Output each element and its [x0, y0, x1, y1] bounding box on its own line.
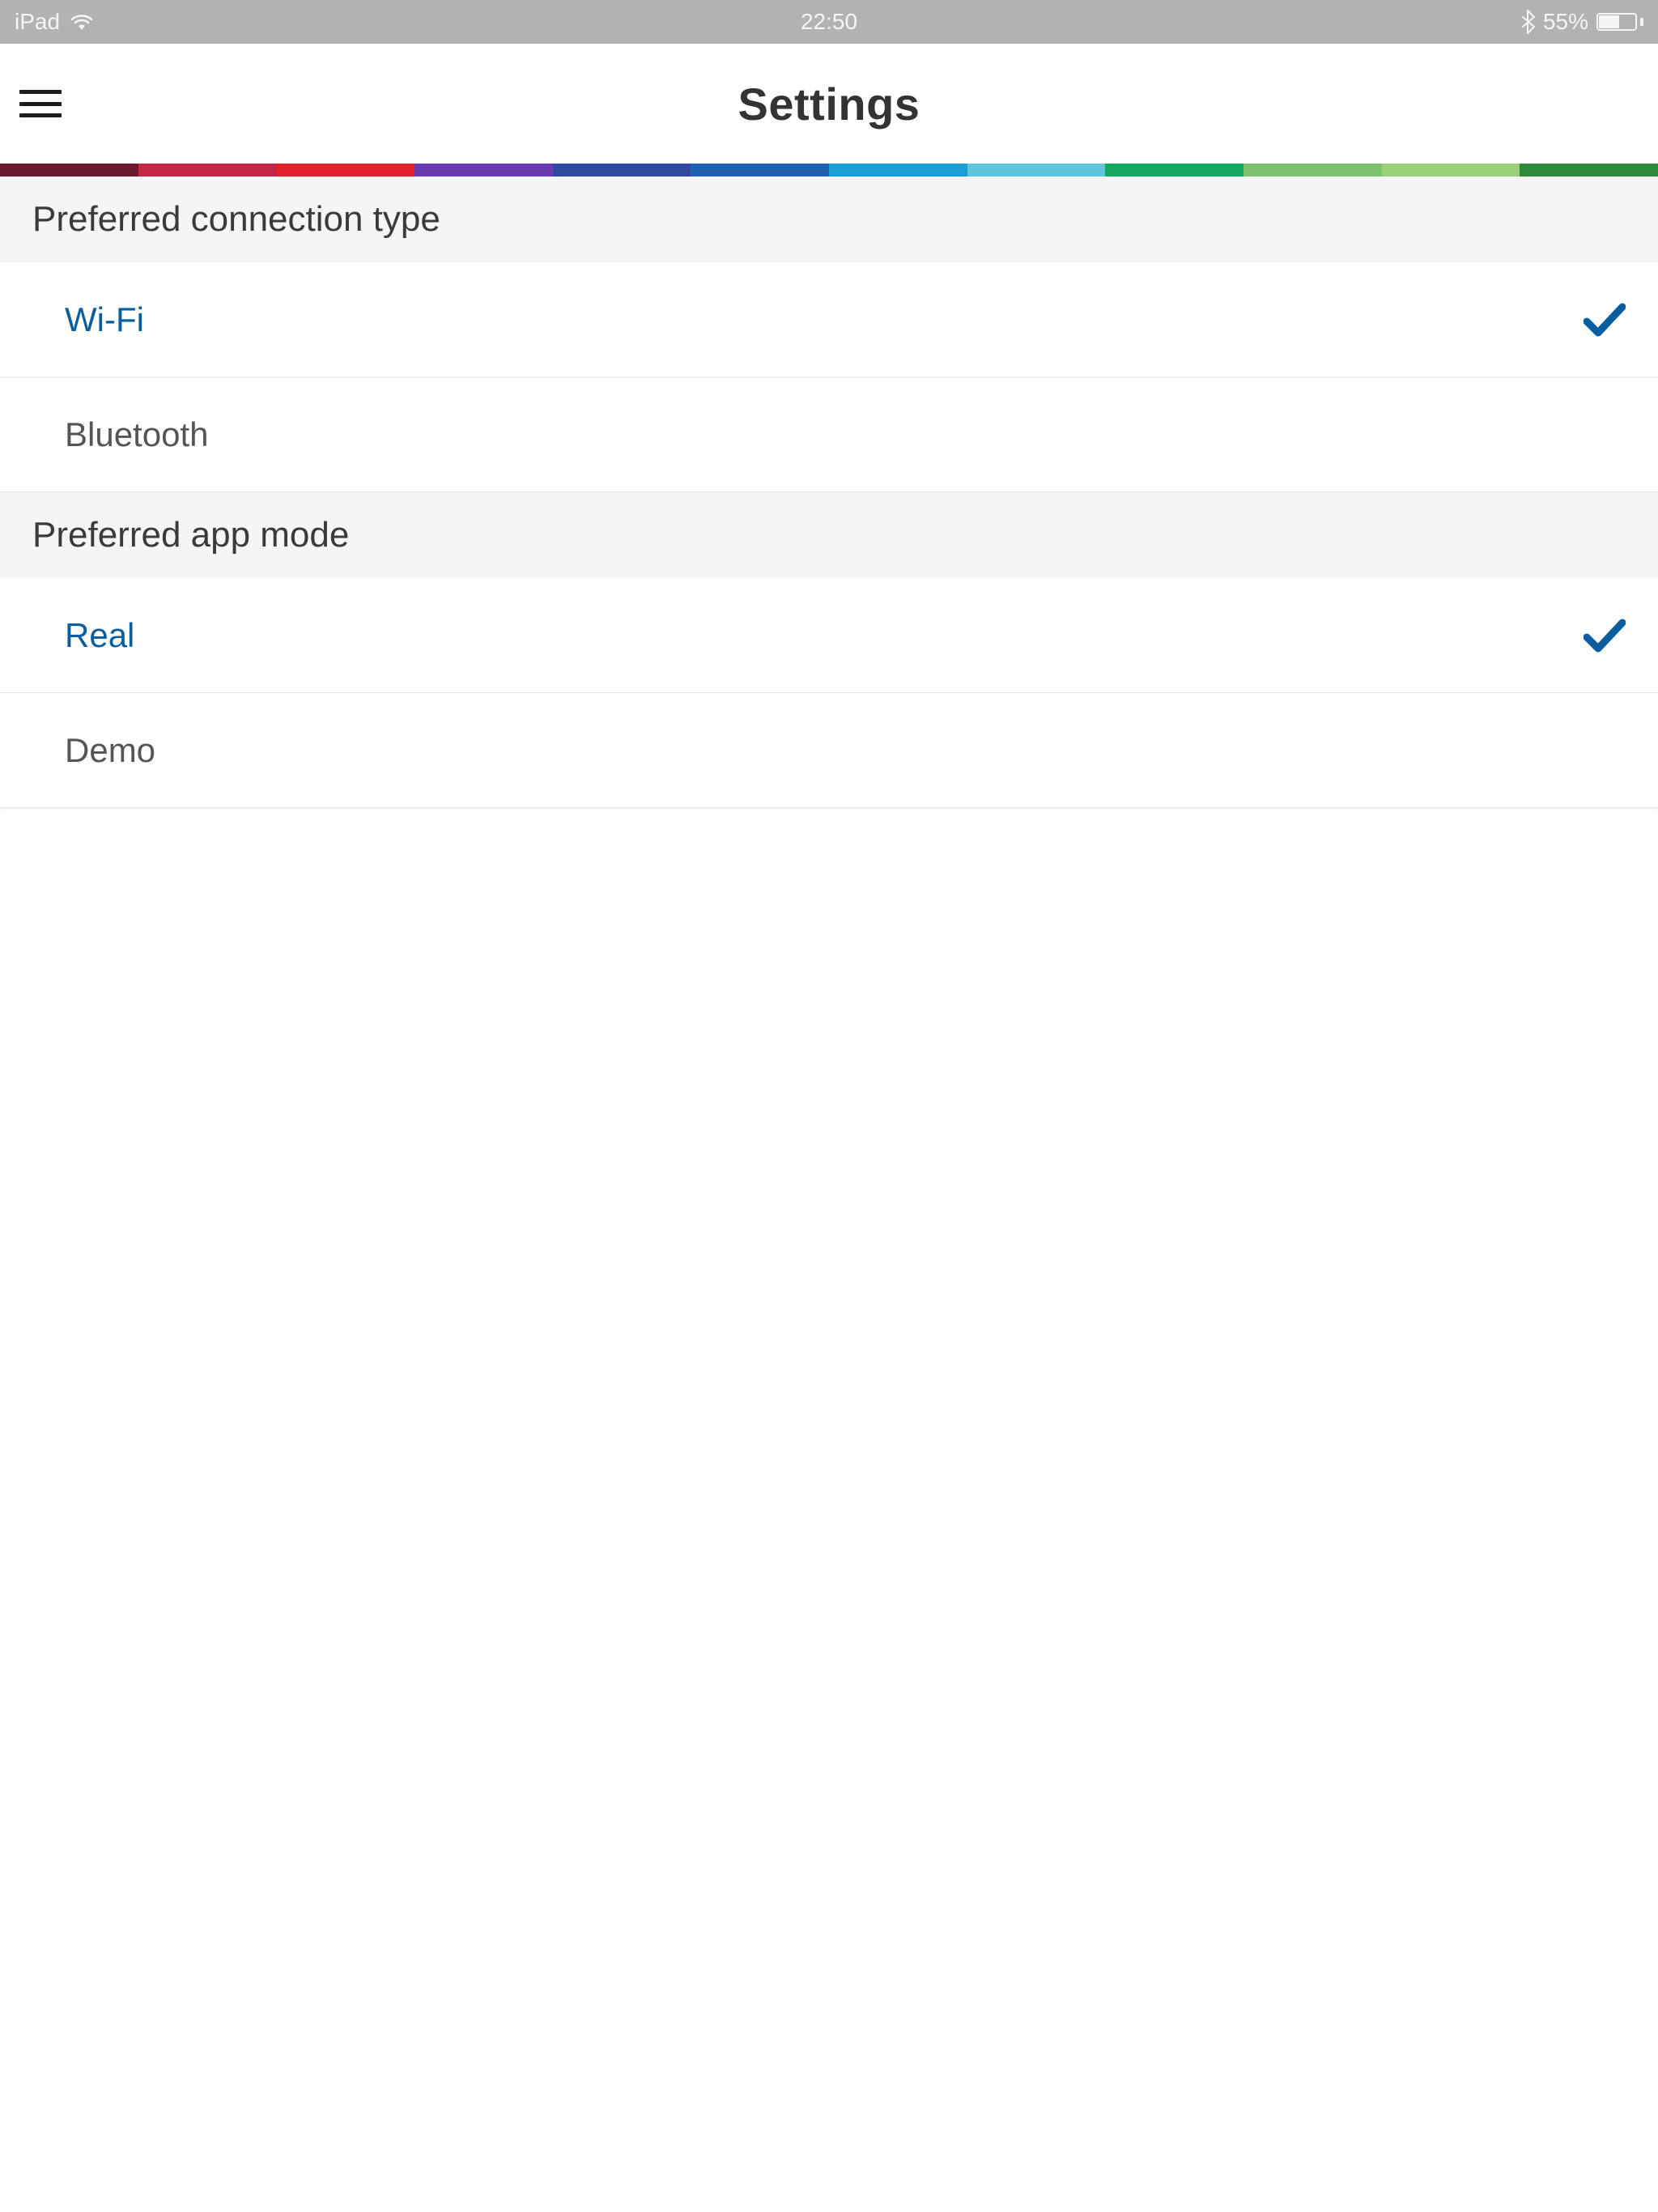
status-bar-right: 55% — [1520, 9, 1643, 35]
option-label: Demo — [65, 731, 155, 770]
check-icon — [1584, 302, 1626, 338]
option-row-real[interactable]: Real — [0, 578, 1658, 693]
battery-icon — [1596, 13, 1643, 31]
bluetooth-icon — [1520, 10, 1535, 34]
hamburger-icon — [19, 90, 62, 94]
option-row-bluetooth[interactable]: Bluetooth — [0, 377, 1658, 492]
option-row-wi-fi[interactable]: Wi-Fi — [0, 262, 1658, 377]
option-label: Wi-Fi — [65, 300, 144, 339]
section-header: Preferred app mode — [0, 492, 1658, 578]
option-row-demo[interactable]: Demo — [0, 693, 1658, 808]
nav-header: Settings — [0, 44, 1658, 164]
status-bar: iPad 22:50 55% — [0, 0, 1658, 44]
section-header: Preferred connection type — [0, 177, 1658, 262]
settings-list: Preferred connection type Wi-Fi Bluetooth P… — [0, 177, 1658, 808]
check-icon — [1584, 618, 1626, 653]
option-label: Real — [65, 616, 134, 655]
device-name: iPad — [15, 9, 60, 35]
page-title: Settings — [0, 78, 1658, 130]
battery-percent: 55% — [1543, 9, 1588, 35]
app-viewport: iPad 22:50 55% — [0, 0, 1658, 2212]
wifi-icon — [70, 13, 94, 31]
color-strip — [0, 164, 1658, 177]
option-label: Bluetooth — [65, 415, 208, 454]
menu-button[interactable] — [19, 87, 62, 120]
status-bar-time: 22:50 — [801, 9, 857, 35]
status-bar-left: iPad — [15, 9, 94, 35]
